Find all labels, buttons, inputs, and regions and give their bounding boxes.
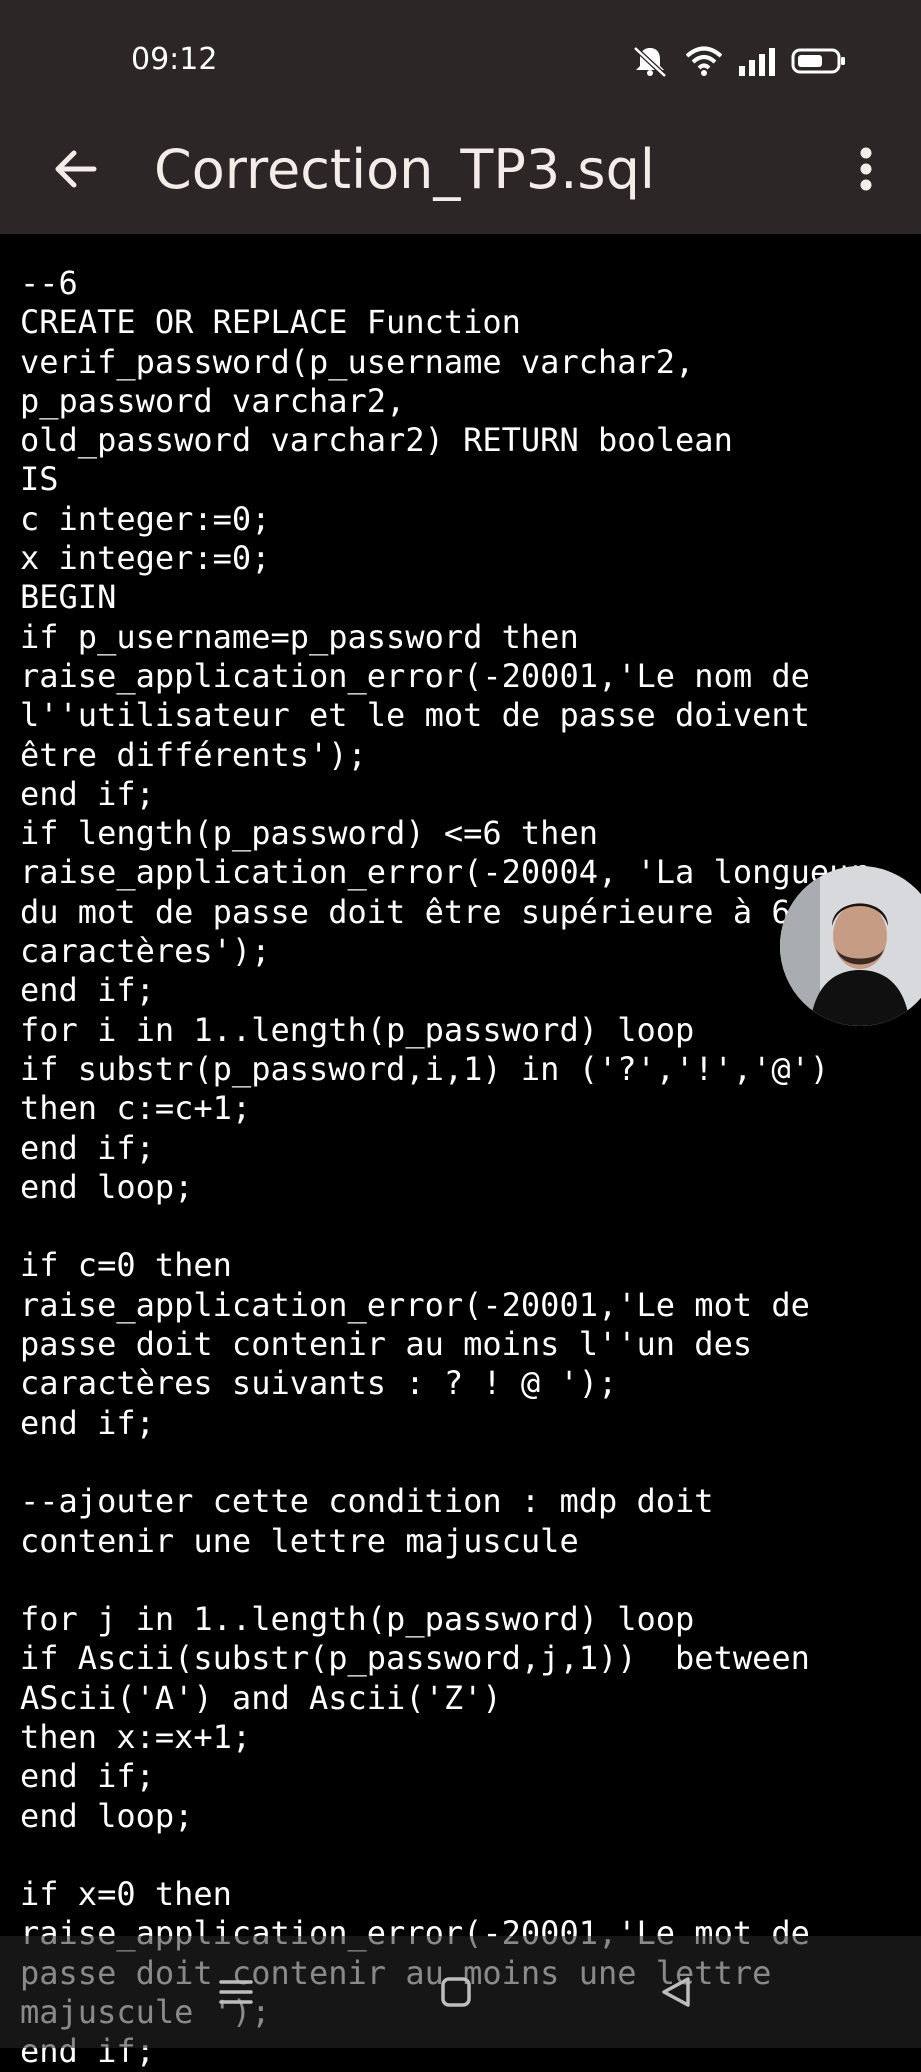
code-line: end if; [20, 1128, 155, 1167]
menu-icon [218, 1977, 254, 2011]
code-line: if length(p_password) <=6 then [20, 814, 598, 853]
system-back-button[interactable] [648, 1966, 704, 2022]
home-square-icon [440, 1976, 472, 2012]
code-line: if c=0 then [20, 1246, 232, 1285]
code-line: then x:=x+1; [20, 1717, 252, 1756]
more-options-button[interactable] [835, 140, 897, 202]
code-line: end if; [20, 1757, 155, 1796]
code-line: end loop; [20, 1796, 194, 1835]
arrow-left-icon [52, 149, 98, 193]
more-vert-icon [859, 147, 873, 195]
back-triangle-icon [659, 1975, 693, 2013]
code-line: raise_application_error(-20004, 'La long… [20, 853, 868, 892]
code-line: for j in 1..length(p_password) loop [20, 1600, 695, 1639]
code-line: passe doit contenir au moins l''un des [20, 1325, 753, 1364]
code-line: if x=0 then [20, 1875, 232, 1914]
signal-icon [737, 46, 777, 80]
code-line: end loop; [20, 1167, 194, 1206]
code-line: AScii('A') and Ascii('Z') [20, 1678, 502, 1717]
home-button[interactable] [428, 1966, 484, 2022]
code-line: then c:=c+1; [20, 1089, 252, 1128]
code-line: IS [20, 460, 59, 499]
navigation-bar [0, 1936, 921, 2048]
status-bar: 09:12 [0, 0, 921, 110]
code-line: --6 [20, 264, 78, 302]
status-time: 09:12 [131, 42, 218, 77]
code-line: caractères suivants : ? ! @ '); [20, 1364, 618, 1403]
recent-apps-button[interactable] [208, 1966, 264, 2022]
mute-icon [629, 44, 671, 82]
code-line: --ajouter cette condition : mdp doit [20, 1482, 714, 1521]
code-line: raise_application_error(-20001,'Le mot d… [20, 1285, 810, 1324]
code-line: contenir une lettre majuscule [20, 1521, 579, 1560]
code-line: BEGIN [20, 578, 117, 617]
code-line: raise_application_error(-20001,'Le nom d… [20, 656, 810, 695]
code-line: for i in 1..length(p_password) loop [20, 1010, 695, 1049]
code-line: old_password varchar2) RETURN boolean [20, 421, 733, 460]
status-icons [629, 44, 847, 82]
code-line: end if; [20, 1403, 155, 1442]
code-line: verif_password(p_username varchar2, [20, 342, 695, 381]
code-line: l''utilisateur et le mot de passe doiven… [20, 696, 810, 735]
code-line: CREATE OR REPLACE Function [20, 303, 521, 342]
code-line: if p_username=p_password then [20, 617, 579, 656]
code-line: if Ascii(substr(p_password,j,1)) between [20, 1639, 810, 1678]
app-bar: Correction_TP3.sql [0, 110, 921, 234]
code-line: if substr(p_password,i,1) in ('?','!','@… [20, 1049, 830, 1088]
code-line: p_password varchar2, [20, 381, 406, 420]
code-line: end if; [20, 774, 155, 813]
code-line: c integer:=0; [20, 499, 271, 538]
code-content: --6 CREATE OR REPLACE Function verif_passw… [20, 264, 921, 2072]
code-line: être différents'); [20, 735, 367, 774]
page-title: Correction_TP3.sql [154, 138, 655, 201]
battery-icon [791, 47, 847, 79]
back-button[interactable] [44, 140, 106, 202]
wifi-icon [685, 45, 723, 81]
code-line: x integer:=0; [20, 539, 271, 578]
